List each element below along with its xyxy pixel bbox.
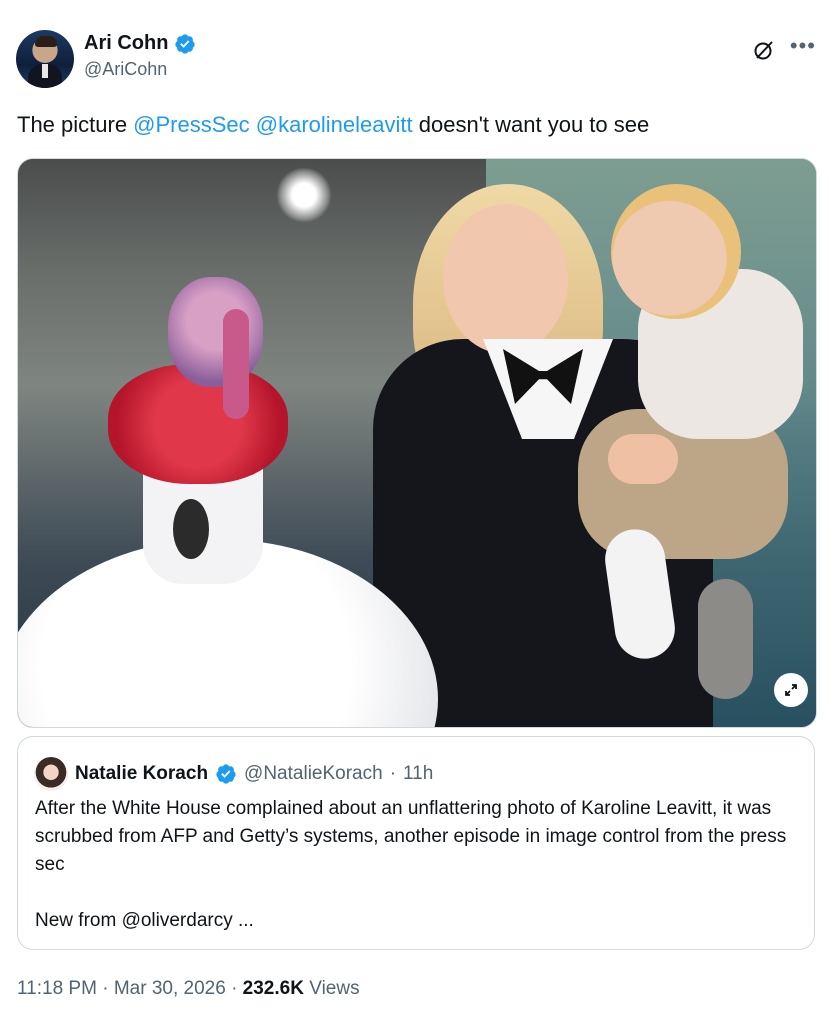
views-label: Views [309, 978, 360, 999]
quoted-author-avatar[interactable] [34, 757, 68, 791]
tweet-text-suffix: doesn't want you to see [412, 112, 650, 137]
tweet-header: Ari Cohn @AriCohn ••• [16, 30, 824, 90]
quoted-separator: · [389, 763, 397, 784]
meta-dot-2: · [231, 978, 238, 999]
quoted-verified-badge-icon[interactable] [215, 763, 237, 785]
views-count: 232.6K [242, 978, 304, 999]
author-names: Ari Cohn @AriCohn [84, 32, 196, 80]
author-avatar[interactable] [16, 30, 74, 88]
tweet-date[interactable]: Mar 30, 2026 [114, 978, 226, 999]
quoted-timestamp[interactable]: 11h [403, 763, 433, 785]
more-icon[interactable]: ••• [790, 34, 816, 58]
quoted-author-display-name[interactable]: Natalie Korach [75, 763, 208, 785]
grok-icon[interactable] [752, 38, 776, 62]
verified-badge-icon[interactable] [174, 33, 196, 55]
quoted-tweet[interactable]: Natalie Korach @NatalieKorach · 11h Afte… [17, 736, 815, 950]
author-display-name-row[interactable]: Ari Cohn [84, 32, 196, 55]
author-handle[interactable]: @AriCohn [84, 59, 196, 80]
tweet-time[interactable]: 11:18 PM [17, 978, 97, 999]
quoted-tweet-header: Natalie Korach @NatalieKorach · 11h [34, 757, 433, 791]
expand-media-button[interactable] [774, 673, 808, 707]
quoted-author-handle[interactable]: @NatalieKorach [244, 763, 383, 785]
mention-presssec[interactable]: @PressSec [133, 112, 249, 137]
quoted-tweet-text: After the White House complained about a… [35, 798, 787, 931]
author-display-name[interactable]: Ari Cohn [84, 32, 168, 55]
expand-icon [785, 684, 797, 696]
meta-dot-1: · [102, 978, 109, 999]
tweet-photo[interactable] [17, 158, 817, 728]
tweet-text-prefix: The picture [17, 112, 134, 137]
mention-karolineleavitt[interactable]: @karolineleavitt [256, 112, 413, 137]
tweet-meta: 11:18 PM · Mar 30, 2026 · 232.6K Views [17, 978, 360, 1000]
tweet-text: The picture @PressSec @karolineleavitt d… [17, 111, 649, 139]
